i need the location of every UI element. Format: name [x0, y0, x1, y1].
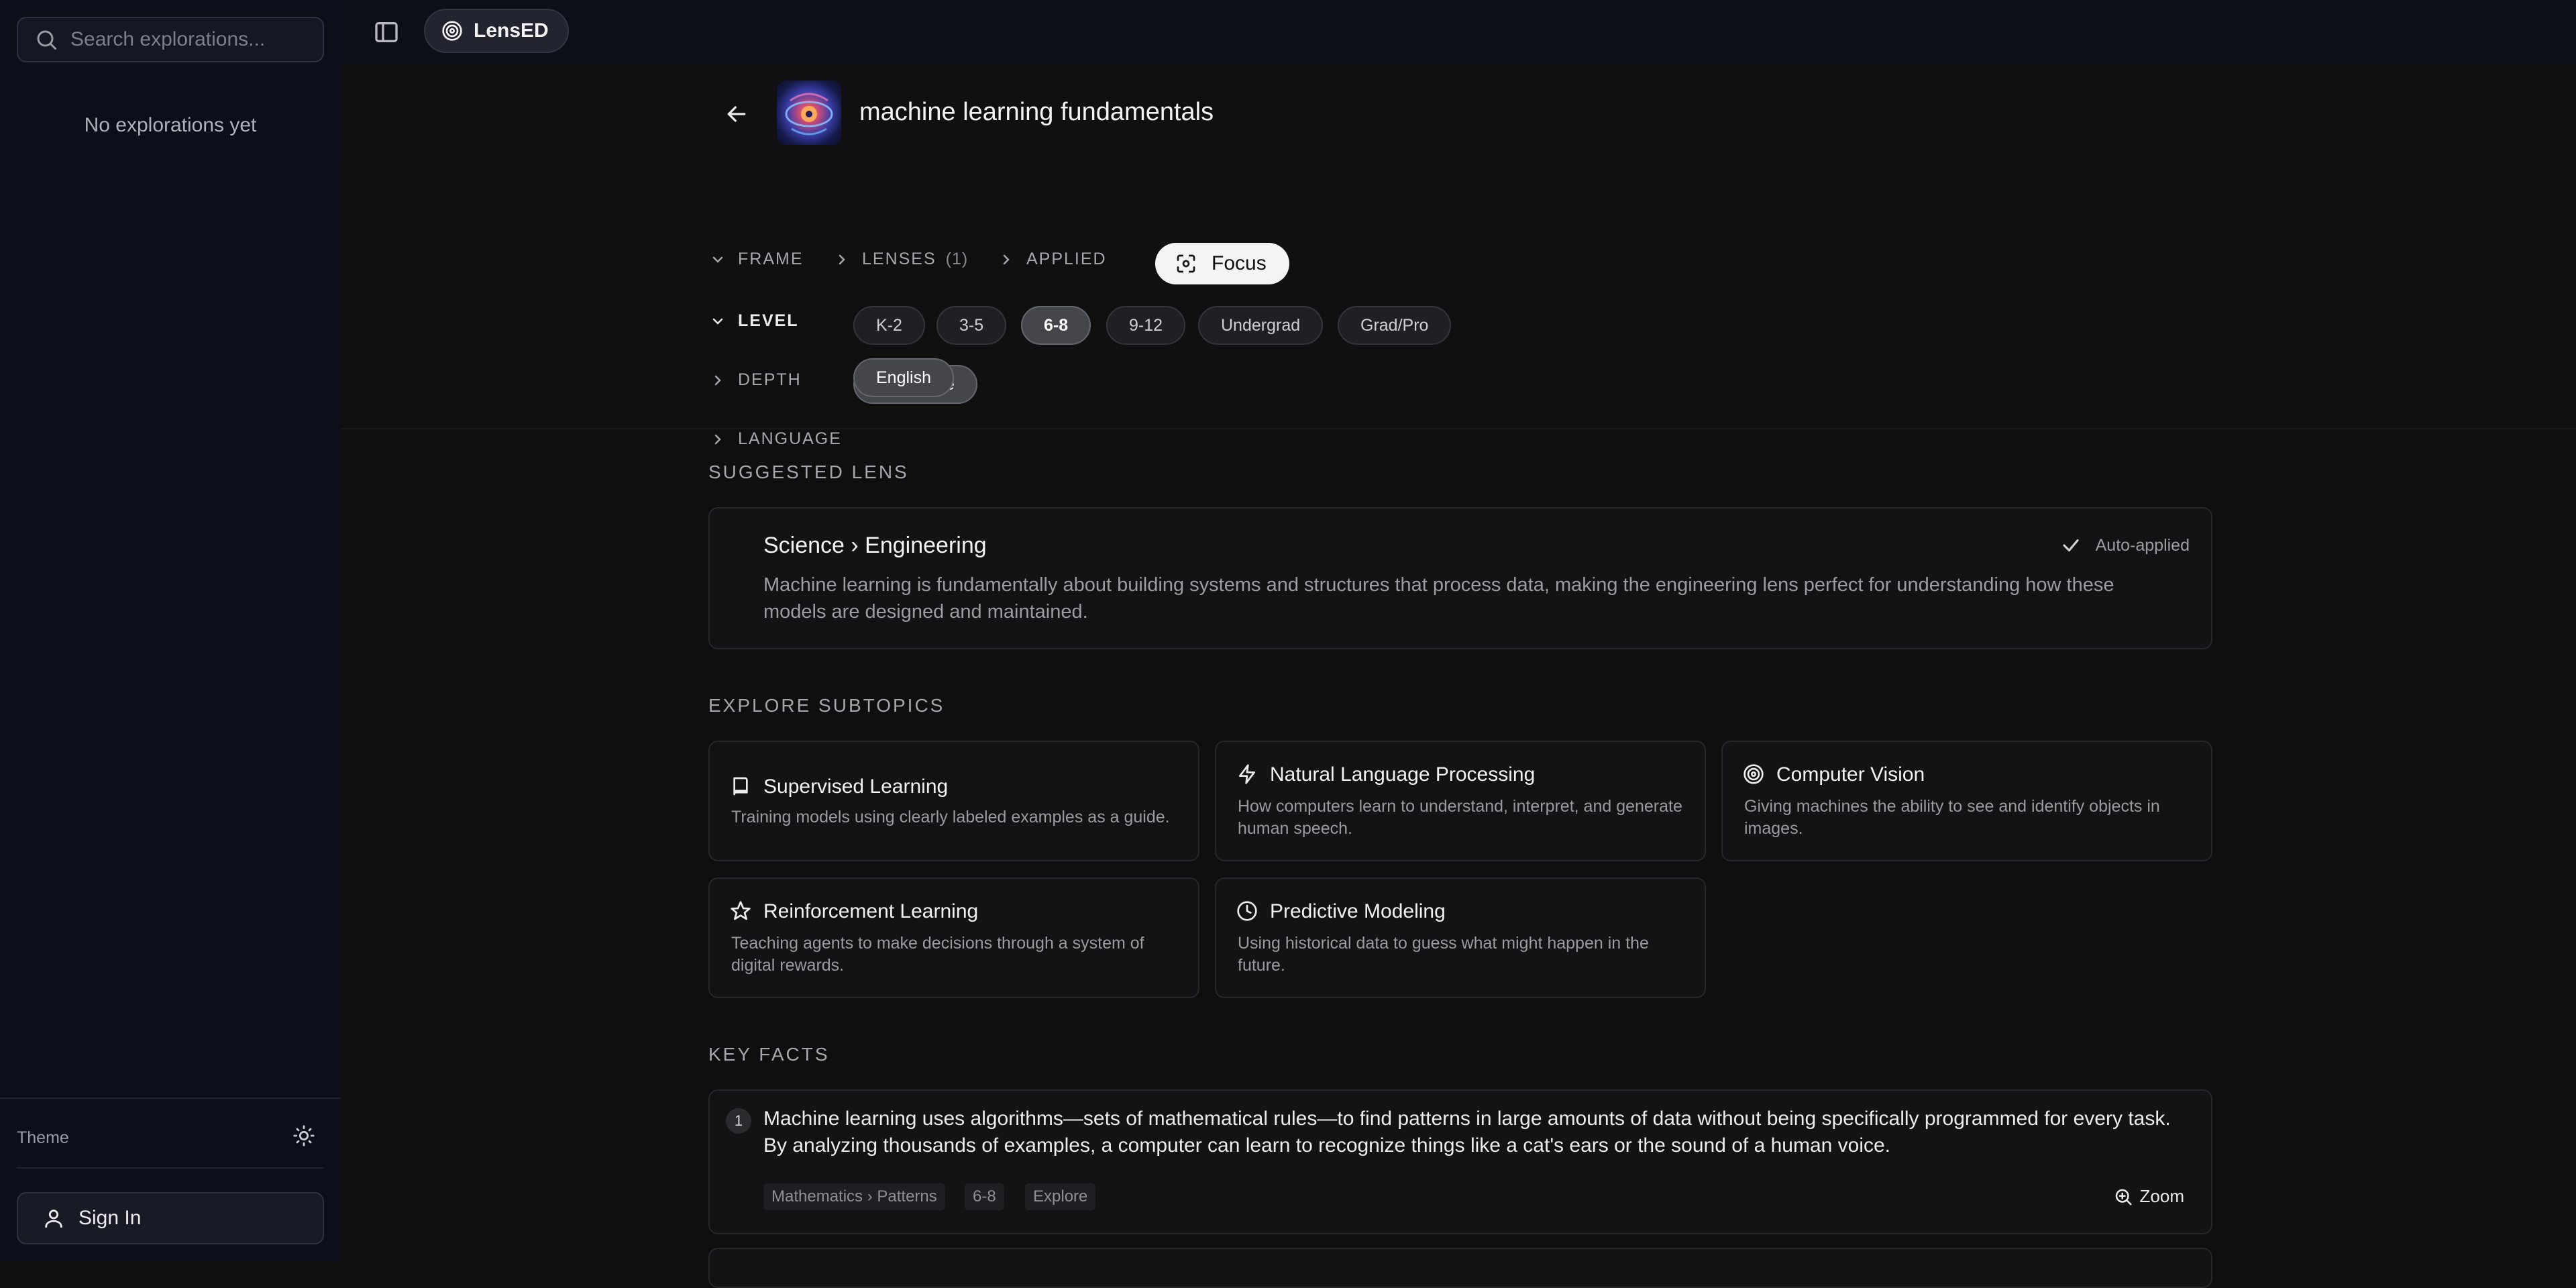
top-bar: LensED — [341, 0, 2576, 64]
sign-in-label: Sign In — [78, 1207, 142, 1229]
language-label: LANGUAGE — [738, 429, 842, 448]
chevron-right-icon — [1003, 254, 1010, 264]
chevron-down-icon — [712, 318, 723, 325]
key-fact-card-next — [708, 1248, 2212, 1288]
suggested-lens-heading: SUGGESTED LENS — [708, 462, 909, 482]
lenses-label: LENSES — [862, 250, 936, 268]
subtopic-card-computer-vision[interactable]: Computer Vision Giving machines the abil… — [1721, 741, 2212, 861]
sidebar-toggle-icon[interactable] — [373, 19, 400, 46]
auto-applied-label: Auto-applied — [2095, 535, 2190, 555]
subtopic-description: Giving machines the ability to see and i… — [1744, 797, 2160, 838]
key-facts-heading: KEY FACTS — [708, 1044, 830, 1065]
theme-row: Theme — [0, 1097, 341, 1169]
language-toggle[interactable]: LANGUAGE — [710, 429, 842, 449]
level-label: LEVEL — [738, 311, 799, 330]
subtopic-description: Teaching agents to make decisions throug… — [731, 934, 1144, 975]
explore-subtopics-heading: EXPLORE SUBTOPICS — [708, 695, 945, 716]
fact-text: Machine learning uses algorithms—sets of… — [763, 1108, 2171, 1157]
zoom-in-icon — [2115, 1189, 2132, 1205]
key-fact-card: 1 Machine learning uses algorithms—sets … — [708, 1089, 2212, 1234]
lens-title: Science › Engineering — [763, 533, 987, 558]
subtopic-title: Reinforcement Learning — [763, 900, 979, 922]
fact-tag: Explore — [1025, 1183, 1096, 1210]
search-box[interactable] — [17, 17, 331, 62]
fact-number: 1 — [726, 1108, 751, 1134]
page-header: machine learning fundamentals — [341, 64, 2576, 164]
focus-button[interactable]: Focus — [1155, 243, 1289, 284]
zoom-label: Zoom — [2139, 1186, 2184, 1206]
star-icon — [731, 901, 751, 920]
language-chip[interactable]: English — [853, 358, 954, 397]
chevron-right-icon — [839, 254, 845, 264]
fact-tag: 6-8 — [965, 1183, 1004, 1210]
applied-toggle[interactable]: APPLIED — [998, 250, 1107, 269]
back-arrow-icon[interactable] — [723, 101, 750, 127]
applied-label: APPLIED — [1026, 250, 1107, 268]
subtopic-card-supervised-learning[interactable]: Supervised Learning Training models usin… — [708, 741, 1199, 861]
fact-tag: Mathematics › Patterns — [763, 1183, 945, 1210]
subtopic-description: How computers learn to understand, inter… — [1238, 797, 1682, 838]
theme-label: Theme — [17, 1128, 69, 1147]
chevron-right-icon — [714, 434, 721, 444]
subtopic-description: Using historical data to guess what migh… — [1238, 934, 1649, 975]
sign-in-button[interactable]: Sign In — [17, 1192, 324, 1244]
sidebar: No explorations yet Theme Sign In — [0, 0, 341, 1261]
empty-explorations-text: No explorations yet — [84, 114, 257, 136]
check-icon — [2063, 539, 2079, 552]
sidebar-divider — [17, 1167, 324, 1169]
auto-applied-status: Auto-applied — [2061, 535, 2190, 555]
brand-button[interactable]: LensED — [424, 9, 569, 53]
lightning-icon — [1239, 764, 1255, 784]
level-chip-9-12[interactable]: 9-12 — [1106, 306, 1186, 345]
chevron-right-icon — [714, 375, 721, 385]
chevron-down-icon — [712, 256, 723, 263]
target-icon — [441, 20, 463, 42]
book-icon — [733, 777, 748, 796]
main-content: machine learning fundamentals FRAME LENS… — [341, 64, 2576, 1288]
subtopic-card-natural-language-processing[interactable]: Natural Language Processing How computer… — [1215, 741, 1706, 861]
level-chip-grad-pro[interactable]: Grad/Pro — [1338, 306, 1452, 345]
exploration-thumbnail — [777, 80, 841, 145]
search-input[interactable] — [69, 28, 331, 52]
sun-icon[interactable] — [292, 1124, 315, 1147]
depth-label: DEPTH — [738, 370, 802, 389]
exploration-controls: FRAME LENSES (1) APPLIED Focus LEVEL K-2… — [341, 162, 2576, 429]
subtopic-card-predictive-modeling[interactable]: Predictive Modeling Using historical dat… — [1215, 877, 1706, 998]
lenses-toggle[interactable]: LENSES (1) — [834, 250, 968, 269]
search-icon — [34, 28, 58, 52]
level-chip-undergrad[interactable]: Undergrad — [1198, 306, 1324, 345]
level-chip-3-5[interactable]: 3-5 — [936, 306, 1007, 345]
suggested-lens-card[interactable]: Science › Engineering Auto-applied Machi… — [708, 507, 2212, 649]
lens-description: Machine learning is fundamentally about … — [763, 574, 2114, 623]
zoom-button[interactable]: Zoom — [2113, 1186, 2184, 1207]
level-toggle[interactable]: LEVEL — [710, 311, 799, 331]
frame-toggle[interactable]: FRAME — [710, 250, 804, 269]
subtopic-description: Training models using clearly labeled ex… — [731, 808, 1170, 826]
target-icon — [1743, 764, 1764, 784]
clock-icon — [1237, 901, 1257, 921]
lenses-count: (1) — [945, 250, 969, 268]
level-chip-k-2[interactable]: K-2 — [853, 306, 925, 345]
subtopic-title: Predictive Modeling — [1270, 900, 1446, 922]
focus-icon — [1177, 254, 1195, 273]
user-icon — [42, 1207, 65, 1230]
level-chip-6-8[interactable]: 6-8 — [1021, 306, 1091, 345]
brand-name: LensED — [474, 19, 549, 42]
depth-toggle[interactable]: DEPTH — [710, 370, 802, 390]
page-title: machine learning fundamentals — [859, 98, 1214, 126]
subtopic-title: Natural Language Processing — [1270, 763, 1536, 786]
frame-label: FRAME — [738, 250, 804, 268]
subtopic-title: Computer Vision — [1776, 763, 1925, 786]
focus-label: Focus — [1212, 252, 1267, 274]
subtopic-title: Supervised Learning — [763, 775, 949, 798]
subtopic-card-reinforcement-learning[interactable]: Reinforcement Learning Teaching agents t… — [708, 877, 1199, 998]
